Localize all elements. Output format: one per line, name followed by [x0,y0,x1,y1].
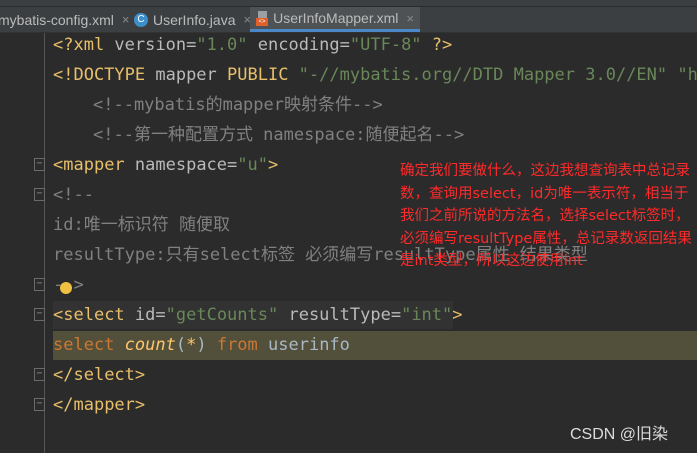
lightbulb-icon[interactable] [60,282,72,294]
top-strip [0,0,697,7]
code-line-12: </select> [53,365,146,385]
tab-label: UserInfoMapper.xml [273,10,399,26]
tab-label: UserInfo.java [153,11,236,28]
code-line-4: <!--第一种配置方式 namespace:随便起名--> [93,125,465,145]
annotation-text: 确定我们要做什么，这边我想查询表中总记录数，查询用select，id为唯一表示符… [400,163,692,269]
fold-icon[interactable]: − [34,398,45,411]
code-line-3: <!--mybatis的mapper映射条件--> [93,95,383,115]
fold-icon[interactable]: − [34,308,45,321]
tab-userinfomapper-xml[interactable]: <> UserInfoMapper.xml × [250,7,420,32]
code-line-5: <mapper namespace="u"> [53,155,279,175]
xml-file-icon: <> [256,10,268,26]
fold-icon[interactable]: − [34,158,45,171]
java-class-icon: C [134,12,148,27]
code-line-6: <!-- [53,185,94,205]
code-line-10: <select id="getCounts" resultType="int"> [53,305,463,325]
code-line-2: <!DOCTYPE mapper PUBLIC "-//mybatis.org/… [53,65,697,85]
code-line-7: id:唯一标识符 随便取 [53,215,230,235]
tab-userinfo-java[interactable]: C UserInfo.java × [128,7,257,32]
watermark: CSDN @旧染 [570,426,669,443]
fold-icon[interactable]: − [34,368,45,381]
fold-icon[interactable]: − [34,278,45,291]
code-line-1: <?xml version="1.0" encoding="UTF-8" ?> [53,35,453,55]
tab-mybatis-config[interactable]: mybatis-config.xml × [0,7,136,32]
tab-label: mybatis-config.xml [0,11,114,28]
close-icon[interactable]: × [406,11,414,26]
code-line-13: </mapper> [53,395,146,415]
code-line-11: select count(*) from userinfo [53,335,350,355]
gutter-divider [44,33,45,453]
fold-icon[interactable]: − [34,188,45,201]
